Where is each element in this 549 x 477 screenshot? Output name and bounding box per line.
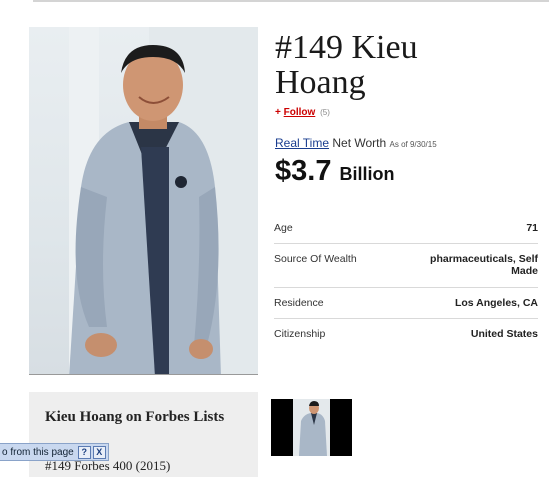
fact-label: Citizenship [274,328,326,340]
networth-header: Real Time Net Worth As of 9/30/15 [275,136,437,150]
fact-value: 71 [526,222,538,234]
translate-popup: o from this page ? X [0,443,109,461]
popup-text[interactable]: o from this page [0,447,78,458]
plus-icon: + [275,107,281,118]
fact-value: United States [470,328,538,340]
fact-label: Source Of Wealth [274,253,357,265]
realtime-link[interactable]: Real Time [275,136,329,150]
net-worth-unit: Billion [339,164,395,184]
fact-row-source-of-wealth: Source Of Wealth pharmaceuticals, Self M… [274,244,538,288]
follower-count: (5) [320,108,330,117]
networth-label: Net Worth [332,136,387,150]
net-worth-value: $3.7 [275,155,332,187]
close-icon[interactable]: X [92,445,106,459]
fact-row-age: Age 71 [274,213,538,244]
fact-row-residence: Residence Los Angeles, CA [274,288,538,319]
follow-control[interactable]: + Follow (5) [275,107,330,118]
fact-label: Residence [274,297,324,309]
fact-row-citizenship: Citizenship United States [274,319,538,349]
top-divider [33,0,549,2]
profile-photo [29,27,258,375]
video-thumbnail[interactable] [271,399,352,456]
fact-value: Los Angeles, CA [454,297,538,309]
net-worth: $3.7 Billion [275,155,394,188]
fact-value: pharmaceuticals, Self Made [430,253,538,277]
question-icon[interactable]: ? [77,445,91,459]
name-line-1: #149 Kieu [275,29,418,66]
fact-table: Age 71 Source Of Wealth pharmaceuticals,… [274,213,538,349]
person-name: #149 Kieu Hoang [275,30,545,100]
fact-label: Age [274,222,293,234]
as-of-date: As of 9/30/15 [389,140,437,149]
forbes-lists-panel: Kieu Hoang on Forbes Lists #149 Forbes 4… [29,392,258,477]
follow-link[interactable]: Follow [284,107,316,118]
name-line-2: Hoang [275,64,366,101]
forbes-lists-title: Kieu Hoang on Forbes Lists [45,409,225,425]
